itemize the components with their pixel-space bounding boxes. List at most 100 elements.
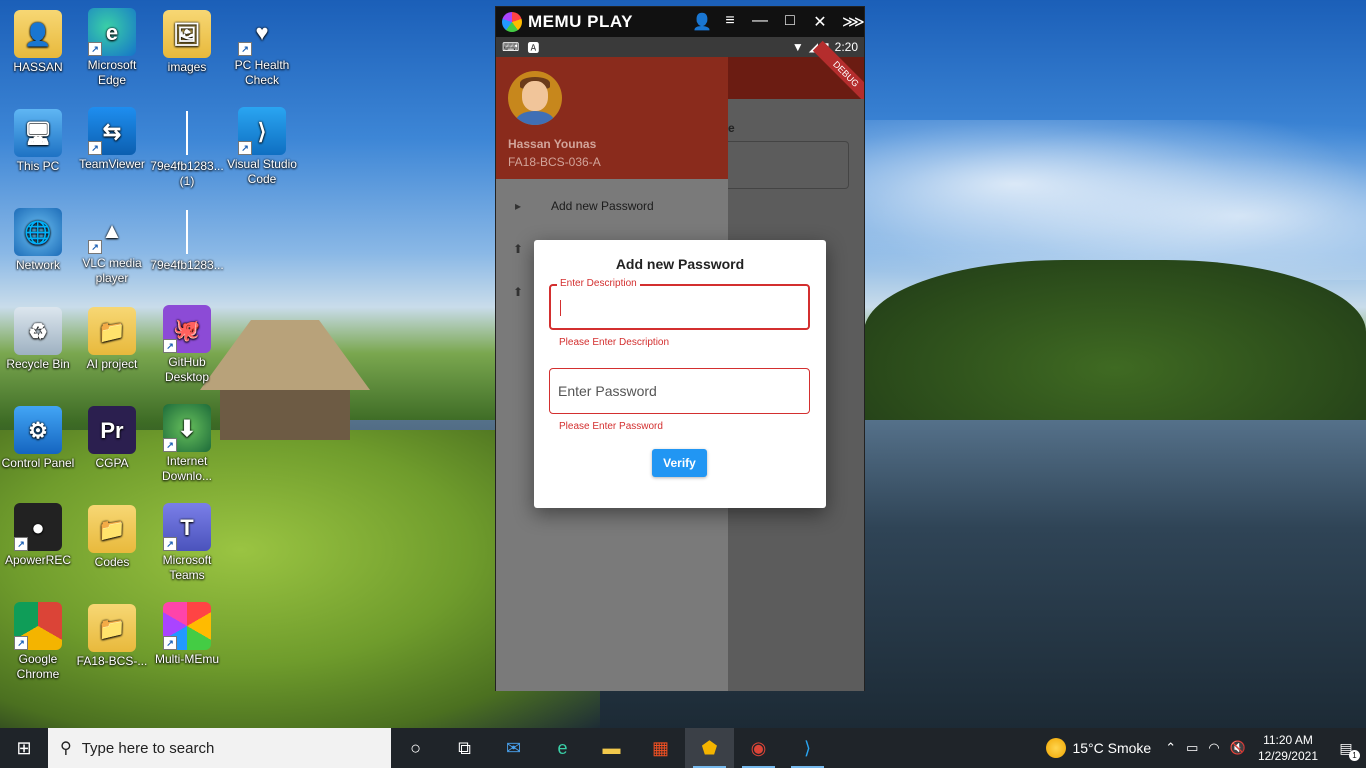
file-explorer-icon[interactable]: ▬ xyxy=(587,728,636,768)
desktop-icon-file-2[interactable]: 79e4fb1283... xyxy=(149,208,225,273)
wallpaper-clouds xyxy=(864,120,1366,280)
desktop-icon-edge[interactable]: e ↗ Microsoft Edge xyxy=(74,8,150,88)
search-icon: ⚲ xyxy=(60,740,72,757)
dialog-title: Add new Password xyxy=(615,256,745,272)
password-input[interactable] xyxy=(558,377,798,405)
desktop-icon-network[interactable]: 🌐 Network xyxy=(0,208,76,273)
desktop-icon-teams[interactable]: T ↗ Microsoft Teams xyxy=(149,503,225,583)
desktop-icon-codes[interactable]: 📁 Codes xyxy=(74,505,150,570)
desktop-icon-apowerrec[interactable]: ● ↗ ApowerREC xyxy=(0,503,76,568)
desktop-icon-label: VLC media player xyxy=(82,256,142,285)
desktop-icon-file-1[interactable]: 79e4fb1283... (1) xyxy=(149,109,225,189)
desktop-icon-label: FA18-BCS-... xyxy=(76,654,148,668)
expand-sidebar-icon[interactable]: ⋙ xyxy=(842,12,865,32)
account-icon[interactable]: 👤 xyxy=(692,12,712,32)
file-icon xyxy=(163,109,211,157)
desktop-icon-recycle-bin[interactable]: ♻ Recycle Bin xyxy=(0,307,76,372)
windows-start-icon[interactable]: ⊞ xyxy=(0,728,48,768)
desktop-icon-images[interactable]: 🖼 images xyxy=(149,10,225,75)
memu-taskbar-icon[interactable]: ⬟ xyxy=(685,728,734,768)
memu-titlebar[interactable]: MEMU PLAY 👤 ≡ — □ ✕ ⋙ xyxy=(496,7,865,37)
network-icon: 🌐 xyxy=(14,208,62,256)
notification-center-icon[interactable]: ▤ 1 xyxy=(1332,740,1360,761)
desktop-icon-chrome[interactable]: ↗ Google Chrome xyxy=(0,602,76,682)
mail-icon[interactable]: ✉ xyxy=(489,728,538,768)
notification-badge: 1 xyxy=(1349,749,1360,761)
memu-window-controls: 👤 ≡ — □ ✕ ⋙ xyxy=(692,12,865,32)
weather-text: 15°C Smoke xyxy=(1072,740,1152,756)
android-screen: ⌨ 🅰 ▼ ◢ ▮ 2:20 DEBUG e Hassan Younas FA1… xyxy=(496,37,864,691)
close-icon[interactable]: ✕ xyxy=(812,12,828,32)
desktop-icon-label: ApowerREC xyxy=(4,553,72,567)
teamviewer-icon: ⇆ ↗ xyxy=(88,107,136,155)
tray-icons: ⌃ ▭ ◠ 🔇 xyxy=(1165,740,1246,756)
desktop-icon-vscode[interactable]: ⟩ ↗ Visual Studio Code xyxy=(224,107,300,187)
file-icon xyxy=(163,208,211,256)
taskbar-search[interactable]: ⚲ Type here to search xyxy=(48,728,391,768)
shortcut-arrow-icon: ↗ xyxy=(88,141,102,155)
desktop-icon-idm[interactable]: ⬇ ↗ Internet Downlo... xyxy=(149,404,225,484)
shortcut-arrow-icon: ↗ xyxy=(14,636,28,650)
desktop-icon-fa18[interactable]: 📁 FA18-BCS-... xyxy=(74,604,150,669)
desktop-icon-vlc[interactable]: ▲ ↗ VLC media player xyxy=(74,206,150,286)
volume-muted-icon[interactable]: 🔇 xyxy=(1230,740,1246,756)
vscode-taskbar-icon[interactable]: ⟩ xyxy=(783,728,832,768)
folder-icon: 📁 xyxy=(88,505,136,553)
description-input[interactable] xyxy=(559,294,799,322)
chrome-taskbar-icon[interactable]: ◉ xyxy=(734,728,783,768)
cortana-icon[interactable]: ○ xyxy=(391,728,440,768)
desktop-icon-teamviewer[interactable]: ⇆ ↗ TeamViewer xyxy=(74,107,150,172)
github-icon: 🐙 ↗ xyxy=(163,305,211,353)
shortcut-arrow-icon: ↗ xyxy=(163,636,177,650)
task-view-icon[interactable]: ⧉ xyxy=(440,728,489,768)
taskbar-clock[interactable]: 11:20 AM 12/29/2021 xyxy=(1258,732,1318,764)
desktop-icon-label: Network xyxy=(15,258,60,272)
desktop-icon-label: Multi-MEmu xyxy=(154,652,219,666)
desktop-icon-label: Google Chrome xyxy=(16,652,60,681)
desktop-icon-hassan[interactable]: 👤 HASSAN xyxy=(0,10,76,75)
password-field[interactable] xyxy=(549,368,810,414)
desktop-icon-github[interactable]: 🐙 ↗ GitHub Desktop xyxy=(149,305,225,385)
vlc-cone-icon: ▲ ↗ xyxy=(88,206,136,254)
edge-taskbar-icon[interactable]: e xyxy=(538,728,587,768)
recycle-bin-icon: ♻ xyxy=(14,307,62,355)
battery-icon[interactable]: ▭ xyxy=(1186,740,1198,756)
desktop-icon-label: Microsoft Teams xyxy=(162,553,212,582)
weather-widget[interactable]: 15°C Smoke xyxy=(1046,738,1151,758)
description-field[interactable]: Enter Description xyxy=(549,278,810,330)
wifi-icon[interactable]: ◠ xyxy=(1208,740,1219,756)
shortcut-arrow-icon: ↗ xyxy=(238,141,252,155)
shortcut-arrow-icon: ↗ xyxy=(88,240,102,254)
memu-window: MEMU PLAY 👤 ≡ — □ ✕ ⋙ ⌨ 🅰 ▼ ◢ ▮ 2:20 DEB… xyxy=(495,6,865,691)
chrome-icon: ↗ xyxy=(14,602,62,650)
description-label: Enter Description xyxy=(557,278,640,289)
chevron-up-icon[interactable]: ⌃ xyxy=(1165,740,1176,756)
edge-icon: e ↗ xyxy=(88,8,136,56)
desktop-icon-ai-project[interactable]: 📁 AI project xyxy=(74,307,150,372)
wallpaper-trees xyxy=(864,260,1366,440)
desktop-icon-label: Recycle Bin xyxy=(6,357,70,371)
menu-icon[interactable]: ≡ xyxy=(722,12,738,32)
desktop-icon-pc-health[interactable]: ♥ ↗ PC Health Check xyxy=(224,8,300,88)
desktop-icon-label: Internet Downlo... xyxy=(161,454,213,483)
desktop-icon-label: Microsoft Edge xyxy=(87,58,137,87)
download-manager-icon: ⬇ ↗ xyxy=(163,404,211,452)
shortcut-arrow-icon: ↗ xyxy=(238,42,252,56)
minimize-icon[interactable]: — xyxy=(752,12,768,32)
desktop-icon-this-pc[interactable]: 🖥 This PC xyxy=(0,109,76,174)
desktop-icon-label: Control Panel xyxy=(1,456,75,470)
store-icon[interactable]: ▦ xyxy=(636,728,685,768)
system-tray: 15°C Smoke ⌃ ▭ ◠ 🔇 11:20 AM 12/29/2021 ▤… xyxy=(1046,728,1366,768)
desktop-icon-multi-memu[interactable]: ↗ Multi-MEmu xyxy=(149,602,225,667)
desktop-icon-control-panel[interactable]: ⚙ Control Panel xyxy=(0,406,76,471)
maximize-icon[interactable]: □ xyxy=(782,12,798,32)
taskbar: ⊞ ⚲ Type here to search ○ ⧉ ✉ e ▬ ▦ ⬟ ◉ … xyxy=(0,728,1366,768)
shortcut-arrow-icon: ↗ xyxy=(163,438,177,452)
shortcut-arrow-icon: ↗ xyxy=(88,42,102,56)
control-panel-icon: ⚙ xyxy=(14,406,62,454)
desktop-icon-label: TeamViewer xyxy=(79,157,145,171)
shortcut-arrow-icon: ↗ xyxy=(163,537,177,551)
verify-button[interactable]: Verify xyxy=(652,449,707,477)
computer-icon: 🖥 xyxy=(14,109,62,157)
desktop-icon-cgpa[interactable]: Pr CGPA xyxy=(74,406,150,471)
